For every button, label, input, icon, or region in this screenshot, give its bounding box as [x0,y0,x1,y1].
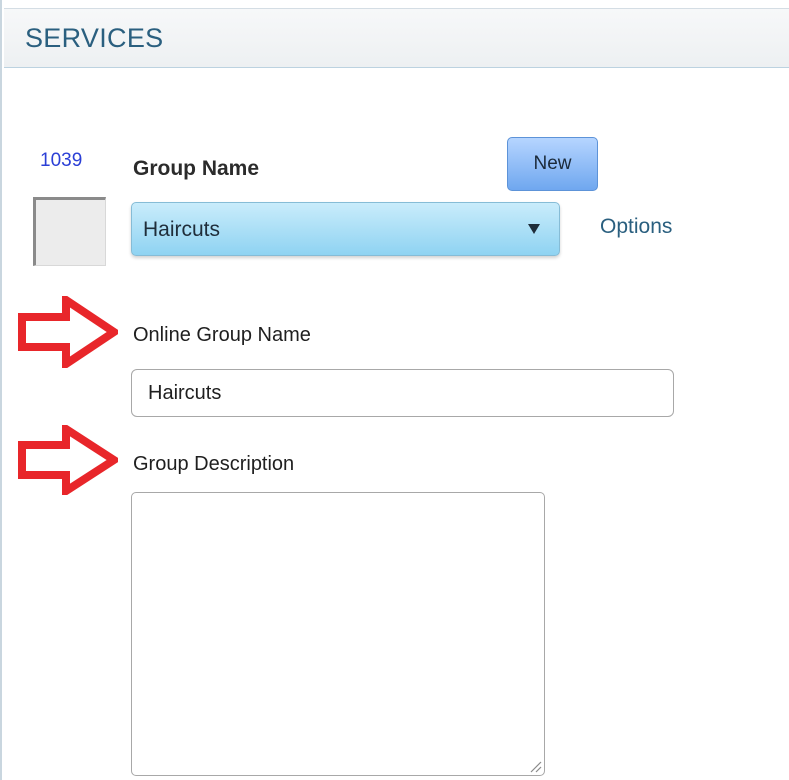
chevron-down-icon [528,224,540,234]
group-description-label: Group Description [133,453,295,475]
services-panel: SERVICES 1039 Group Name New Haircuts Op… [0,0,789,780]
group-id: 1039 [40,150,83,171]
group-description-textarea[interactable] [131,492,545,776]
arrow-right-icon [18,425,118,495]
online-group-name-label: Online Group Name [133,324,311,346]
group-name-label: Group Name [133,157,260,180]
group-color-swatch[interactable] [33,197,106,266]
selected-group-value: Haircuts [143,218,221,241]
online-group-name-input[interactable] [131,369,674,417]
new-group-button[interactable]: New [507,137,598,191]
group-select-dropdown[interactable]: Haircuts [131,202,560,256]
page-title: SERVICES [25,23,164,53]
options-link[interactable]: Options [600,215,672,239]
resize-grip-icon[interactable] [528,759,542,773]
arrow-right-icon [18,296,118,368]
section-header: SERVICES [4,8,789,68]
